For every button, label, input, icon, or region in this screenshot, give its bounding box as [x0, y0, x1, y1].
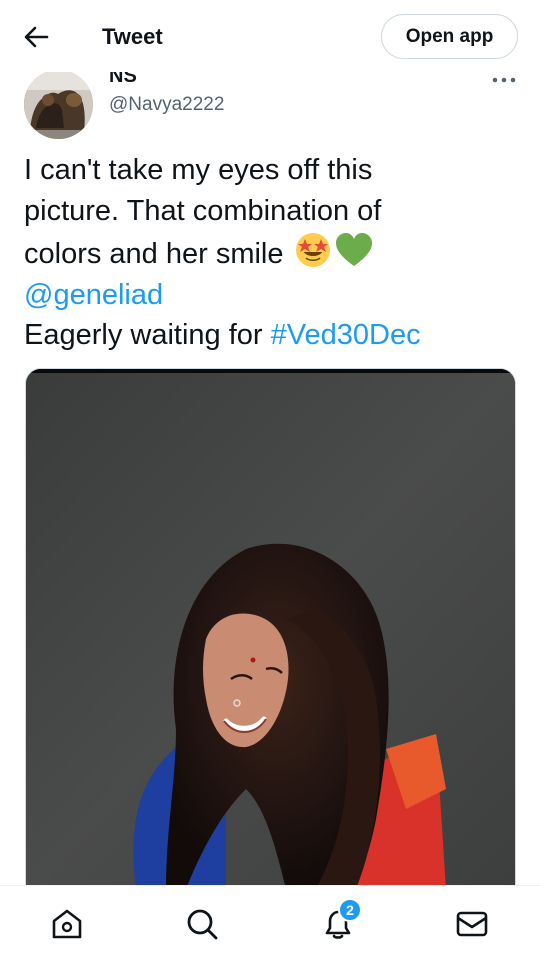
nav-home-button[interactable] [47, 904, 87, 944]
green-heart-emoji-icon [335, 233, 372, 266]
more-button[interactable] [490, 70, 518, 90]
tweet-line-5: Eagerly waiting for #Ved30Dec [24, 315, 524, 356]
arrow-left-icon [24, 26, 49, 48]
open-app-button[interactable]: Open app [381, 14, 518, 59]
bottom-navigation: 2 [0, 885, 540, 960]
notifications-badge: 2 [338, 898, 362, 922]
hashtag-link[interactable]: #Ved30Dec [271, 319, 421, 351]
tweet-line-5-text: Eagerly waiting for [24, 319, 271, 351]
tweet-line-3: colors and her smile [24, 231, 524, 275]
more-dots-icon [492, 77, 516, 83]
user-handle[interactable]: @Navya2222 [109, 93, 224, 117]
page-title: Tweet [102, 24, 163, 49]
tweet-media-photo[interactable] [25, 368, 516, 888]
back-button[interactable] [18, 22, 54, 52]
tweet-line-3-text: colors and her smile [24, 238, 284, 270]
home-icon [52, 909, 82, 939]
photo-image [26, 369, 515, 887]
avatar[interactable] [24, 70, 93, 139]
avatar-photo [24, 70, 93, 139]
tweet-line-1: I can't take my eyes off this [24, 154, 373, 186]
mention-link[interactable]: @geneliad [24, 275, 524, 316]
nav-messages-button[interactable] [452, 904, 492, 944]
star-struck-emoji-icon [295, 233, 330, 267]
tweet-text: I can't take my eyes off this picture. T… [24, 150, 524, 356]
mail-icon [456, 911, 488, 937]
nav-explore-button[interactable] [182, 904, 222, 944]
search-icon [187, 909, 218, 940]
top-bar: Tweet Open app [0, 0, 540, 72]
tweet-author: NS @Navya2222 [0, 62, 540, 139]
tweet-line-2: picture. That combination of [24, 194, 382, 227]
